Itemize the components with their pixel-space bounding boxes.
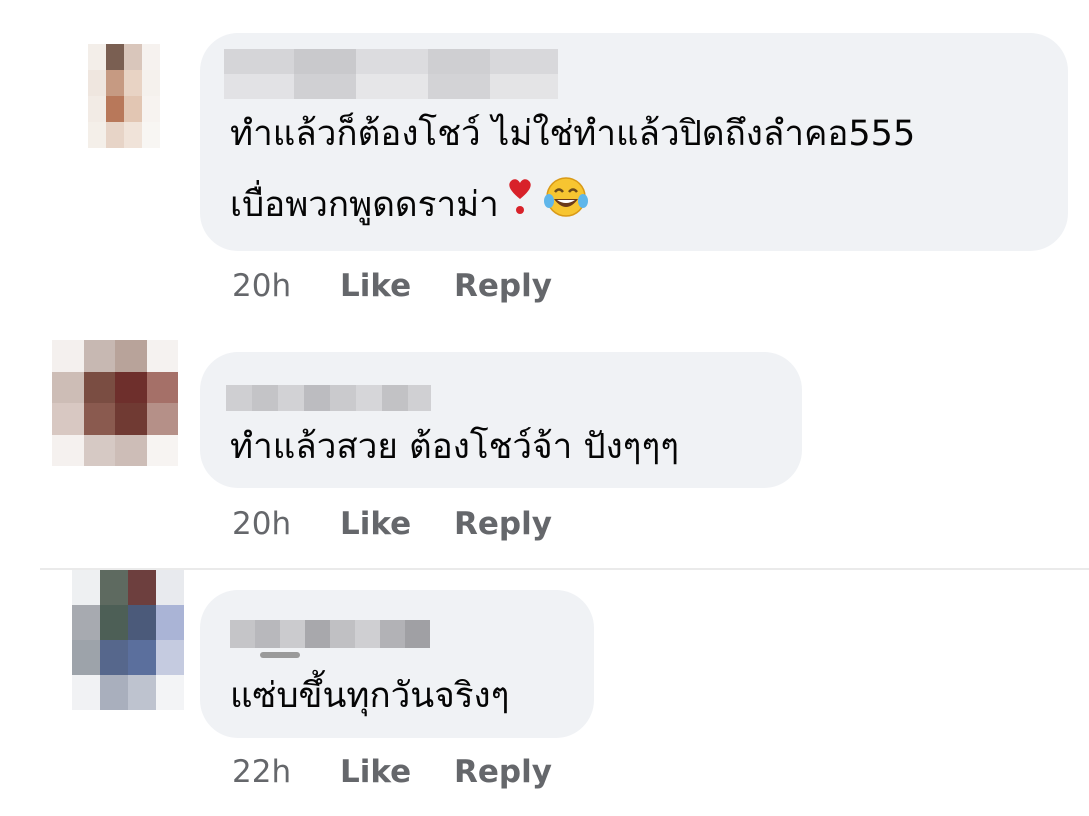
comment-text: ทำแล้วสวย ต้องโชว์จ้า ปังๆๆๆ [230,427,680,467]
comment-bubble[interactable]: ทำแล้วก็ต้องโชว์ ไม่ใช่ทำแล้วปิดถึงลำคอ5… [200,33,1068,251]
comment-actions: 20h Like Reply [232,506,552,542]
comment-bubble[interactable]: ทำแล้วสวย ต้องโชว์จ้า ปังๆๆๆ [200,352,802,488]
reply-button[interactable]: Reply [454,506,552,542]
comment-text: ทำแล้วก็ต้องโชว์ ไม่ใช่ทำแล้วปิดถึงลำคอ5… [230,114,916,154]
avatar[interactable] [72,570,184,710]
timestamp[interactable]: 20h [232,268,340,304]
comment-text: แซ่บขึ้นทุกวันจริงๆ [230,676,510,716]
name-glyph-fragment [260,652,300,658]
comment-text-line-2: เบื่อพวกพูดดราม่า [230,175,591,237]
heavy-heart-exclamation-icon [505,177,535,235]
timestamp[interactable]: 22h [232,754,340,790]
avatar[interactable] [52,340,178,466]
commenter-name-blurred[interactable] [230,620,430,648]
reply-button[interactable]: Reply [454,754,552,790]
comment-text-content: เบื่อพวกพูดดราม่า [230,185,499,225]
divider [40,568,1089,570]
comment-actions: 22h Like Reply [232,754,552,790]
avatar[interactable] [88,44,160,148]
reply-button[interactable]: Reply [454,268,552,304]
like-button[interactable]: Like [340,754,454,790]
tears-of-joy-icon [541,175,591,237]
like-button[interactable]: Like [340,268,454,304]
like-button[interactable]: Like [340,506,454,542]
commenter-name-blurred[interactable] [224,49,558,99]
timestamp[interactable]: 20h [232,506,340,542]
comment-actions: 20h Like Reply [232,268,552,304]
commenter-name-blurred[interactable] [226,385,431,411]
comment-bubble[interactable]: แซ่บขึ้นทุกวันจริงๆ [200,590,594,738]
